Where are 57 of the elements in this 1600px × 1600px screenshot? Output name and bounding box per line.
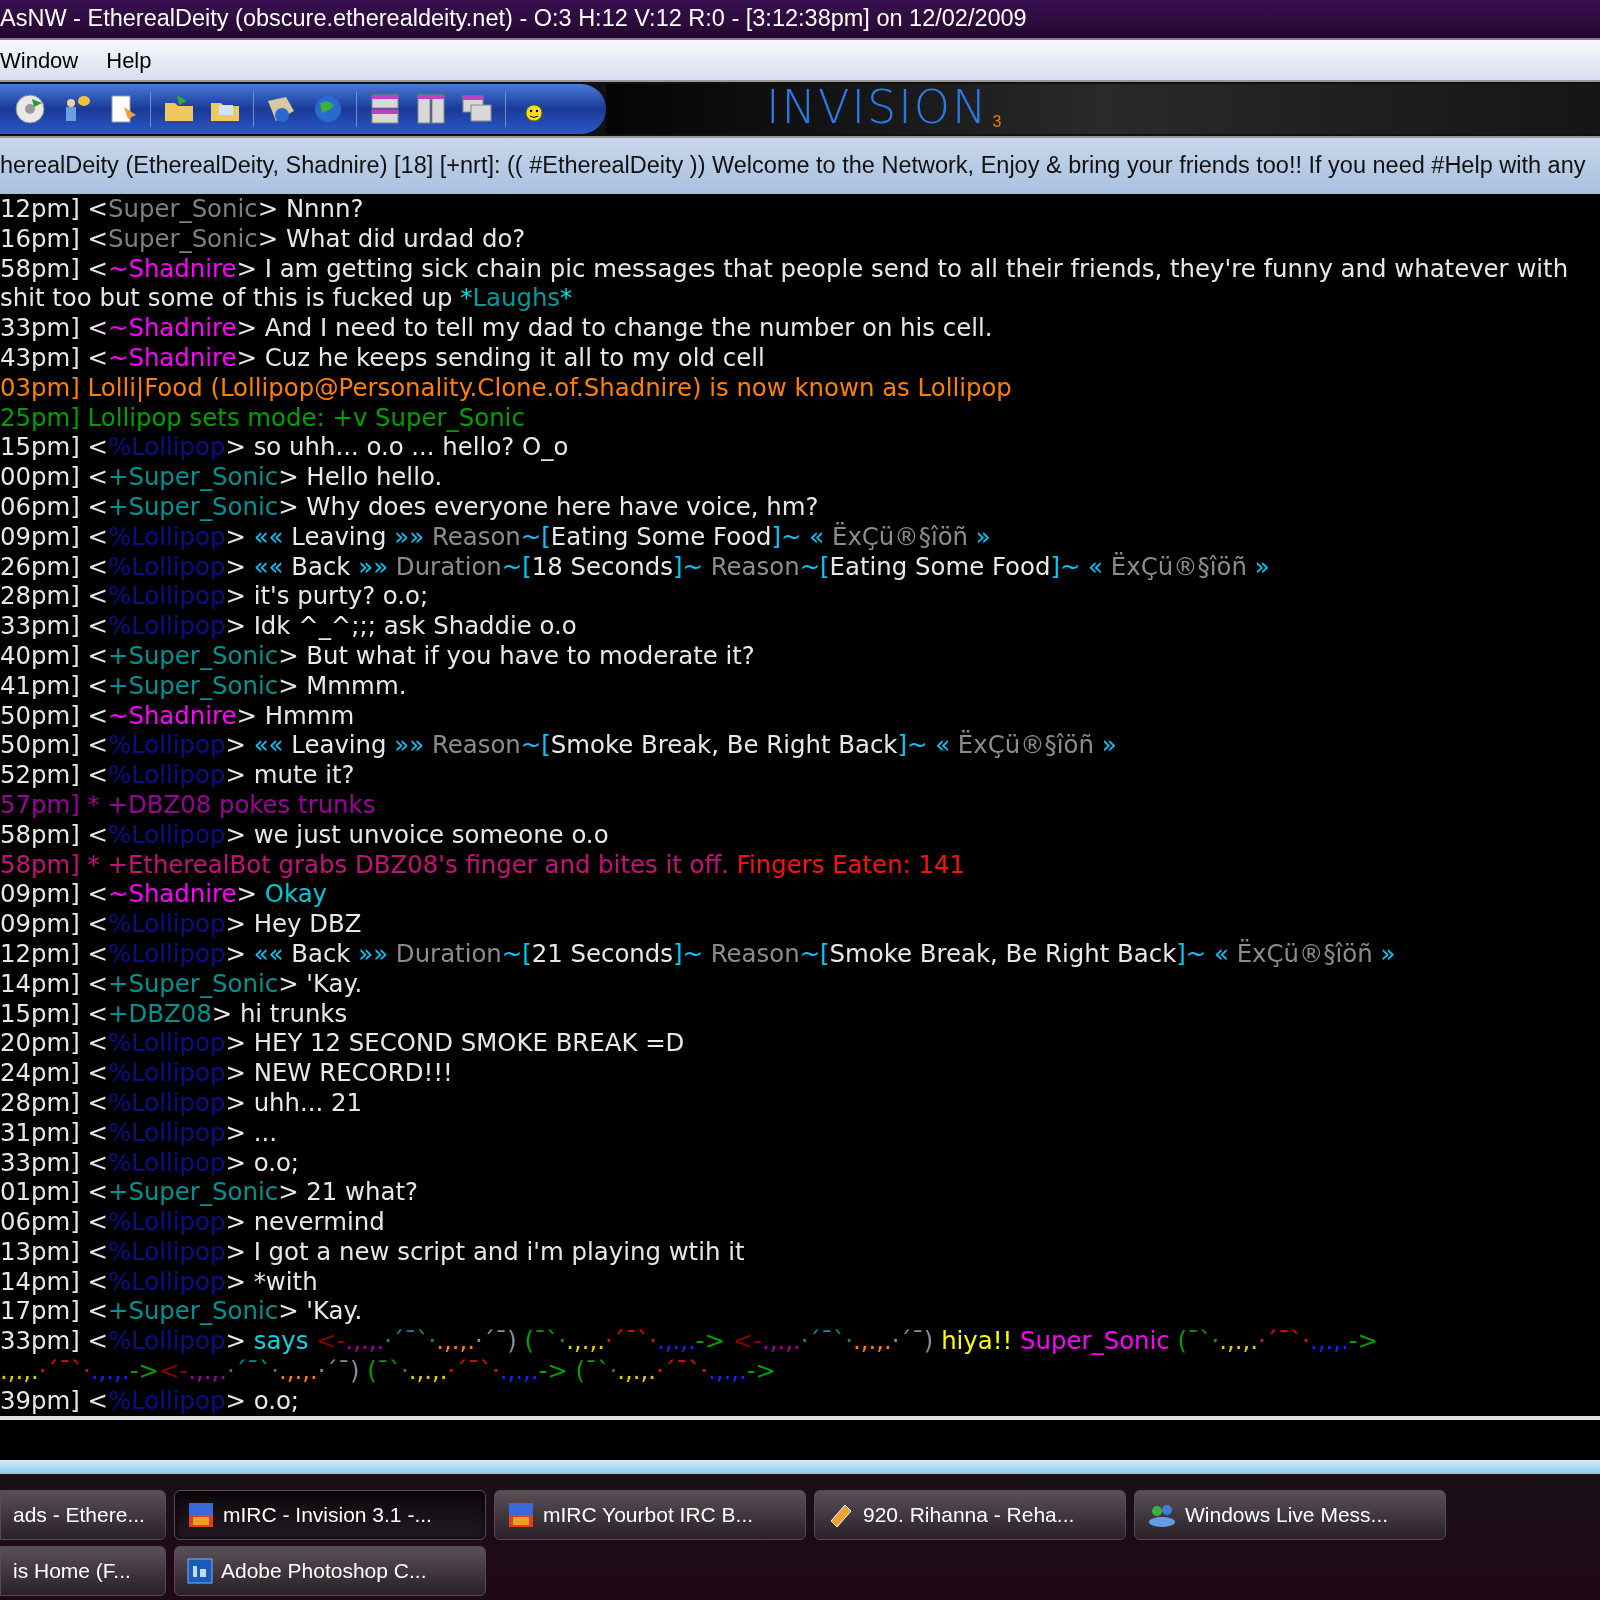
chat-line: 13pm] <%Lollipop> I got a new script and i'm playing wtih it [0, 1236, 745, 1267]
chat-line: 33pm] <%Lollipop> o.o; [0, 1147, 300, 1178]
chat-line: 14pm] <+Super_Sonic> 'Kay. [0, 968, 363, 999]
chat-line: 20pm] <%Lollipop> HEY 12 SECOND SMOKE BREAK =D [0, 1028, 685, 1059]
chat-line: 33pm] <~Shadnire> And I need to tell my dad to change the number on his cell. [0, 313, 993, 343]
chat-line: 57pm] * +DBZ08 pokes trunks [0, 789, 376, 820]
chat-line: 15pm] <+DBZ08> hi trunks [0, 998, 348, 1029]
chat-line: 16pm] <Super_Sonic> What did urdad do? [0, 223, 526, 254]
taskbar-button[interactable]: mIRC Yourbot IRC B... [494, 1490, 806, 1540]
chat-line: 17pm] <+Super_Sonic> 'Kay. [0, 1296, 363, 1327]
chat-line: 52pm] <%Lollipop> mute it? [0, 760, 355, 790]
taskbar-button[interactable]: Adobe Photoshop C... [174, 1546, 486, 1596]
chat-line: 09pm] <~Shadnire> Okay [0, 879, 327, 910]
taskbar-button[interactable]: 920. Rihanna - Reha... [814, 1490, 1126, 1540]
chat-line: 33pm] <%Lollipop> says <-.,.,.·´¯`·.,.,.·´¯) (¯`·.,.,.·´¯`·.,.,.-> <-.,.,.·´¯`·.,.,.·´¯) hiya!! Super_Sonic (¯`·.,.,.·´¯`·.,.,.-> [0, 1326, 1379, 1357]
taskbar-button[interactable]: mIRC - Invision 3.1 -... [174, 1490, 486, 1540]
chat-line: 06pm] <+Super_Sonic> Why does everyone here have voice, hm? [0, 491, 819, 522]
logo-version: 3 [992, 114, 1002, 130]
chat-line: 31pm] <%Lollipop> ... [0, 1117, 277, 1148]
chat-line: 58pm] * +EtherealBot grabs DBZ08's finger and bites it off. Fingers Eaten: 141 [0, 849, 966, 880]
chat-line: 28pm] <%Lollipop> it's purty? o.o; [0, 581, 429, 612]
chat-line: 41pm] <+Super_Sonic> Mmmm. [0, 670, 407, 701]
mirc-icon [187, 1501, 215, 1529]
chat-line: 25pm] Lollipop sets mode: +v Super_Sonic [0, 402, 525, 433]
chat-line: 03pm] Lolli|Food (Lollipop@Personality.Clone.of.Shadnire) is now known as Lollipop [0, 372, 1012, 403]
chat-line: 33pm] <%Lollipop> Idk ^_^;;; ask Shaddie o.o [0, 611, 577, 641]
chat-line: 58pm] <~Shadnire> I am getting sick chain pic messages that people send to all their friends, they're funny and whatever with [0, 253, 1569, 284]
chat-line: 12pm] <Super_Sonic> Nnnn? [0, 194, 364, 224]
taskbar-button[interactable]: ads - Ethere... [0, 1490, 166, 1540]
chat-line: 24pm] <%Lollipop> NEW RECORD!!! [0, 1058, 453, 1088]
chat-line: shit too but some of this is fucked up *Laughs* [0, 283, 573, 314]
chat-line: 26pm] <%Lollipop> «« Back »» Duration~[18 Seconds]~ Reason~[Eating Some Food]~ « ËxÇü®§îöñ » [0, 551, 1270, 582]
logo-text: INVISION [766, 84, 989, 130]
chat-line: 50pm] <~Shadnire> Hmmm [0, 700, 355, 731]
chat-line: 09pm] <%Lollipop> «« Leaving »» Reason~[Eating Some Food]~ « ËxÇü®§îöñ » [0, 521, 991, 552]
chat-line: 28pm] <%Lollipop> uhh... 21 [0, 1087, 363, 1118]
chat-line: 58pm] <%Lollipop> we just unvoice someone o.o [0, 819, 609, 850]
chat-line: 40pm] <+Super_Sonic> But what if you have to moderate it? [0, 640, 755, 671]
window-title: AsNW - EtherealDeity (obscure.etherealdeity.net) - O:3 H:12 V:12 R:0 - [3:12:38pm] on 12/02/2009 [0, 4, 1027, 34]
chat-line: 50pm] <%Lollipop> «« Leaving »» Reason~[Smoke Break, Be Right Back]~ « ËxÇü®§îöñ » [0, 730, 1117, 761]
chat-line: 15pm] <%Lollipop> so uhh... o.o ... hello? O_o [0, 432, 569, 463]
channel-topic: herealDeity (EtherealDeity, Shadnire) [18] [+nrt]: (( #EtherealDeity )) Welcome to the Network, Enjoy & bring your friends too!! If you need #Help with any [0, 151, 1586, 181]
chat-line: .,.,.·´¯`·.,.,.-><-.,.,.·´¯`·.,.,.·´¯) (¯`·.,.,.·´¯`·.,.,.-> (¯`·.,.,.·´¯`·.,.,.-> [0, 1356, 776, 1386]
menu-item[interactable]: Window [0, 43, 79, 77]
chat-line: 39pm] <%Lollipop> o.o; [0, 1385, 300, 1416]
chat-line: 43pm] <~Shadnire> Cuz he keeps sending it all to my old cell [0, 343, 765, 373]
chat-line: 06pm] <%Lollipop> nevermind [0, 1207, 385, 1237]
chat-line: 00pm] <+Super_Sonic> Hello hello. [0, 462, 443, 492]
chat-line: 12pm] <%Lollipop> «« Back »» Duration~[21 Seconds]~ Reason~[Smoke Break, Be Right Back]~ « ËxÇü®§îöñ » [0, 938, 1396, 969]
chat-line: 01pm] <+Super_Sonic> 21 what? [0, 1177, 418, 1208]
taskbar-button[interactable]: is Home (F... [0, 1546, 166, 1596]
chat-line: 09pm] <%Lollipop> Hey DBZ [0, 909, 362, 939]
app-icon [187, 1558, 213, 1584]
menu-item[interactable]: Help [106, 43, 152, 77]
taskbar-button[interactable]: Windows Live Mess... [1134, 1490, 1446, 1540]
mirc-icon [507, 1501, 535, 1529]
chat-line: 14pm] <%Lollipop> *with [0, 1266, 318, 1297]
